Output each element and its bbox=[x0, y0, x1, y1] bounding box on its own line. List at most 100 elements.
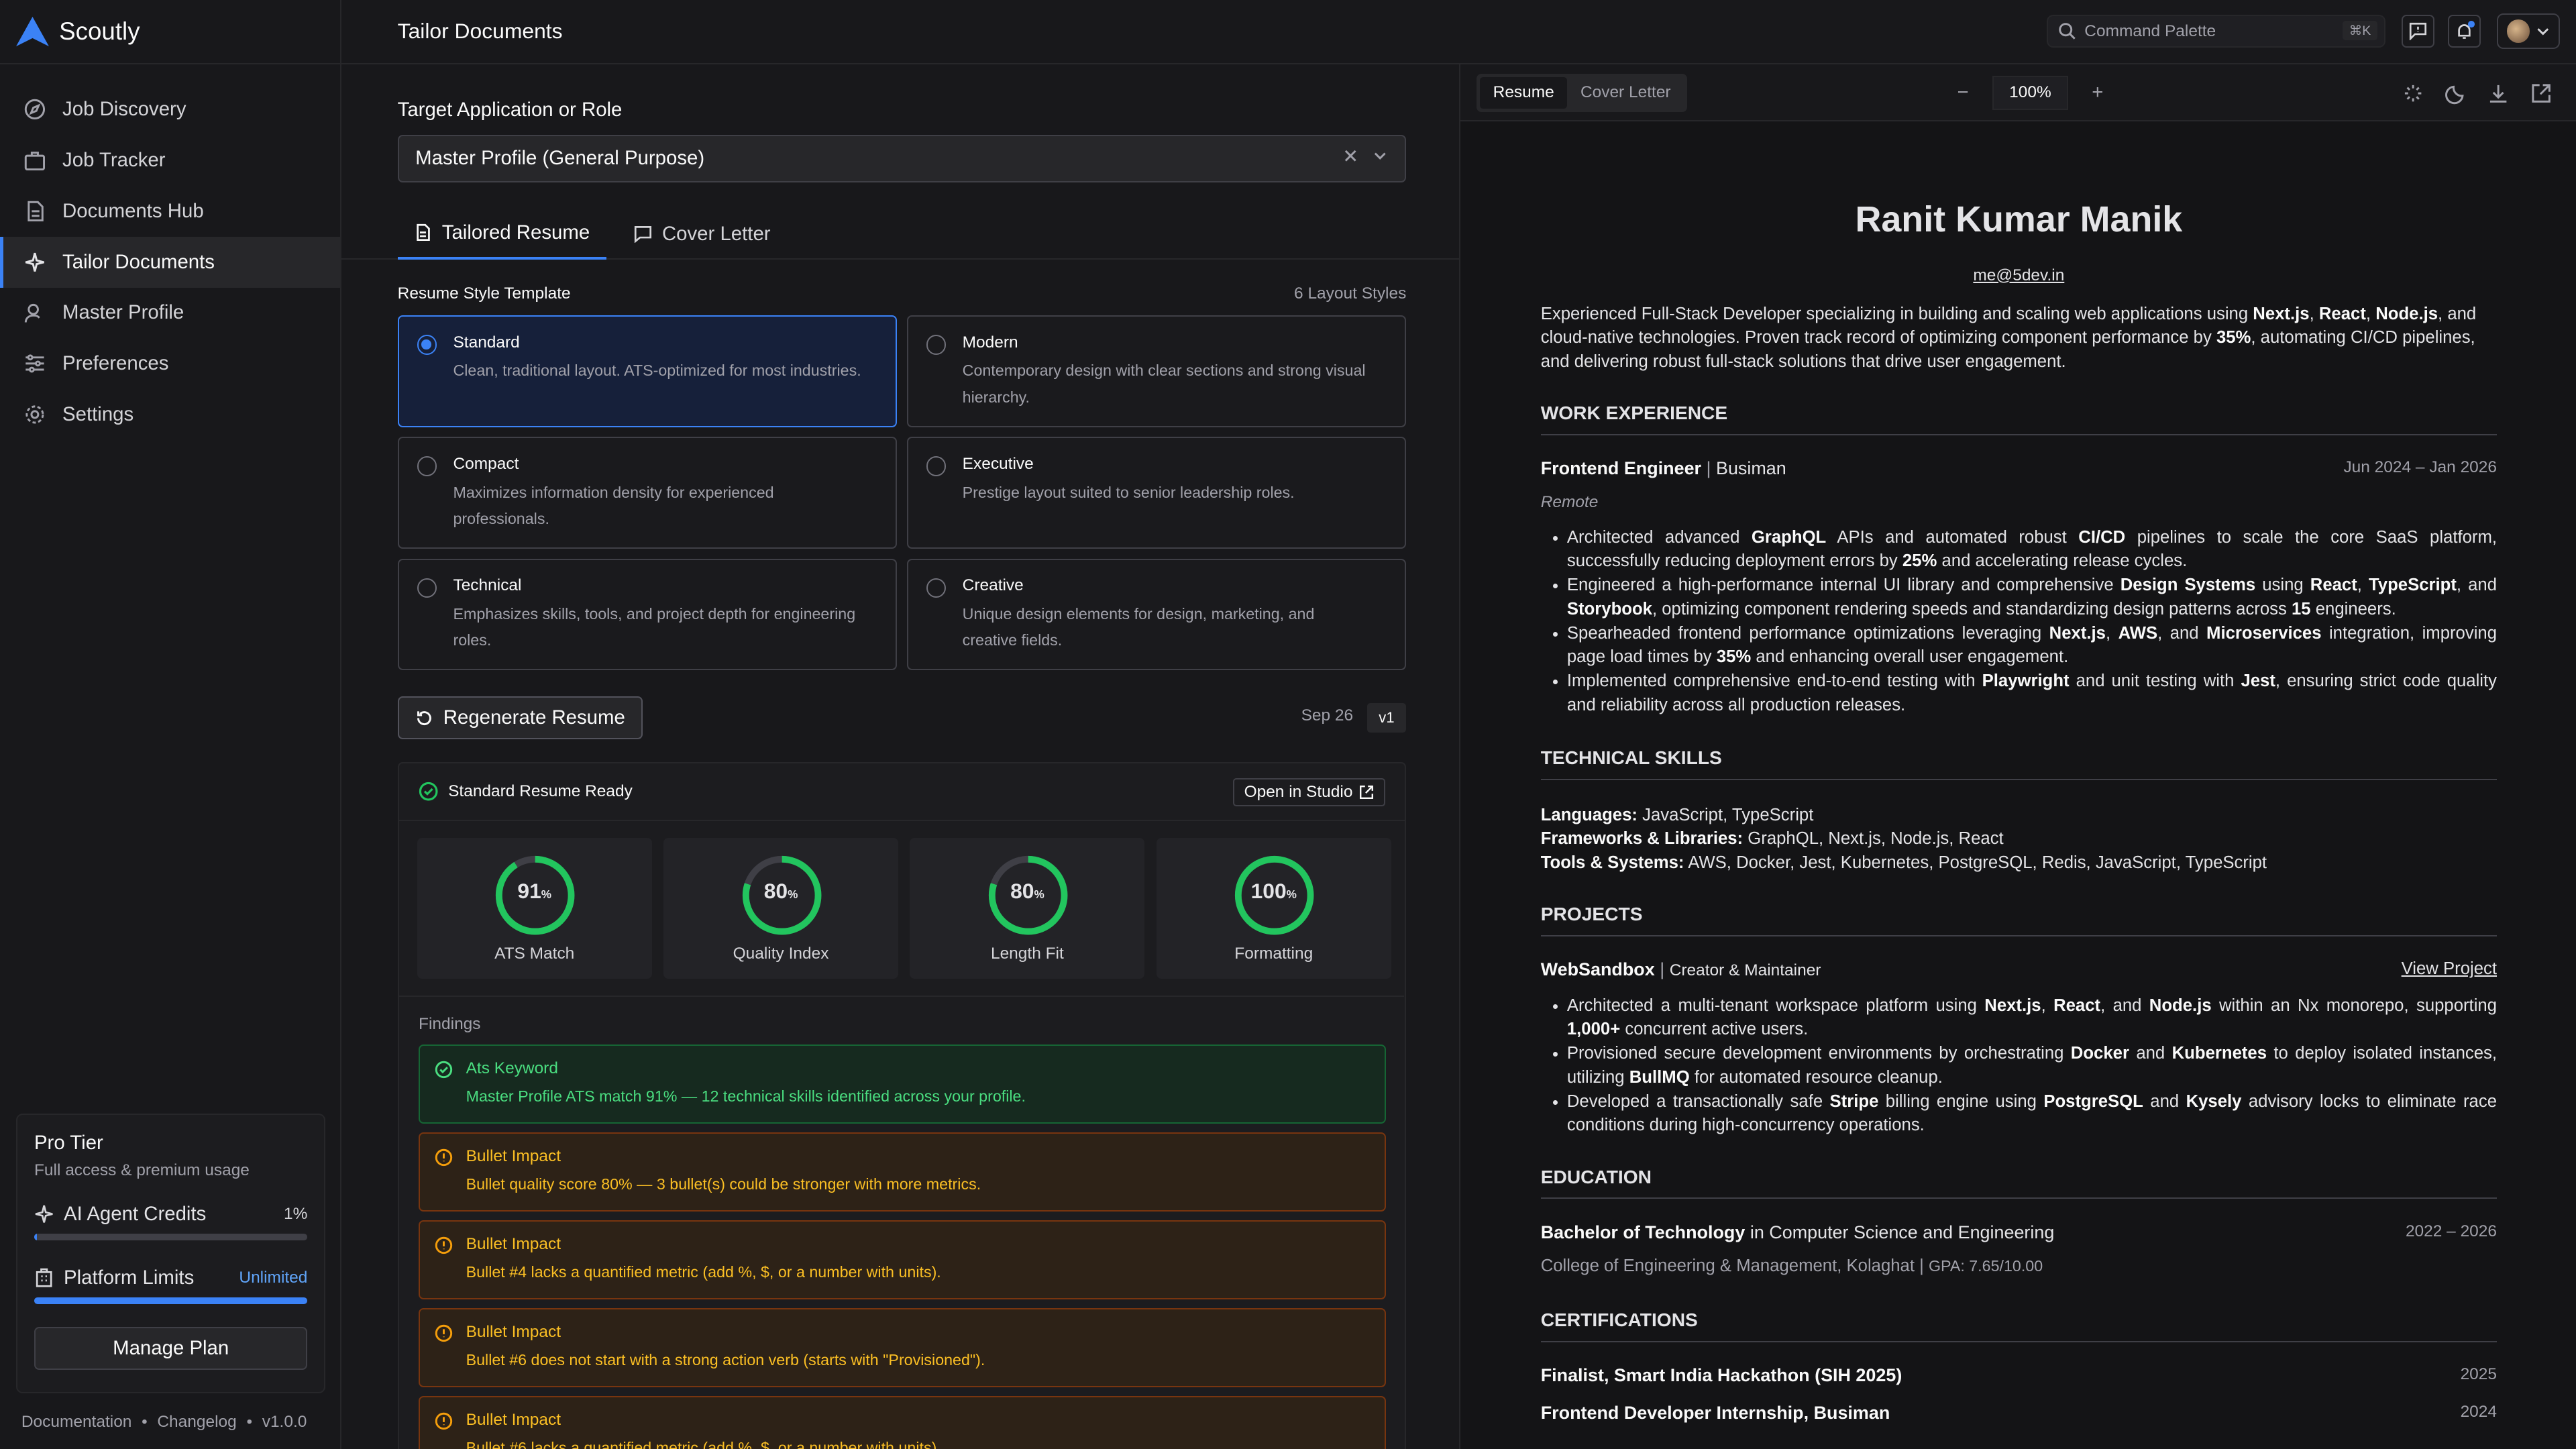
finding-title: Bullet Impact bbox=[466, 1234, 561, 1253]
user-icon bbox=[23, 301, 46, 324]
document-icon bbox=[417, 224, 430, 241]
document-icon bbox=[23, 200, 46, 223]
app-name: Scoutly bbox=[59, 17, 140, 45]
score-card: 80% Length Fit bbox=[910, 837, 1145, 979]
field: in Computer Science and Engineering bbox=[1750, 1222, 2055, 1243]
limits-progress bbox=[34, 1297, 308, 1305]
warning-circle-icon bbox=[435, 1324, 453, 1342]
sidebar-item-job-discovery[interactable]: Job Discovery bbox=[0, 84, 340, 135]
preview-tab-cover-letter[interactable]: Cover Letter bbox=[1567, 77, 1684, 109]
template-radio[interactable] bbox=[926, 335, 947, 355]
cert-row: Finalist, Smart India Hackathon (SIH 202… bbox=[1541, 1365, 2497, 1386]
score-card: 100% Formatting bbox=[1156, 837, 1391, 979]
template-radio[interactable] bbox=[417, 335, 437, 355]
finding-text: Bullet #6 lacks a quantified metric (add… bbox=[466, 1439, 941, 1449]
command-palette-button[interactable]: Command Palette ⌘K bbox=[2047, 15, 2385, 48]
changelog-link[interactable]: Changelog bbox=[157, 1413, 236, 1432]
template-radio[interactable] bbox=[417, 456, 437, 476]
zoom-in-button[interactable]: + bbox=[2081, 81, 2114, 104]
finding-text: Bullet #6 does not start with a strong a… bbox=[466, 1351, 985, 1369]
section-certifications: CERTIFICATIONS bbox=[1540, 1309, 2498, 1342]
template-card-standard[interactable]: Standard Clean, traditional layout. ATS-… bbox=[397, 315, 898, 427]
sidebar-item-tailor-documents[interactable]: Tailor Documents bbox=[0, 236, 341, 288]
target-select[interactable]: Master Profile (General Purpose) bbox=[397, 134, 1407, 182]
template-card-technical[interactable]: Technical Emphasizes skills, tools, and … bbox=[397, 558, 898, 671]
command-palette-label: Command Palette bbox=[2084, 21, 2216, 40]
plan-subtitle: Full access & premium usage bbox=[34, 1161, 250, 1179]
notifications-button[interactable] bbox=[2448, 15, 2481, 48]
score-value: 80% bbox=[1010, 878, 1044, 903]
score-value: 91% bbox=[517, 878, 552, 903]
download-icon[interactable] bbox=[2487, 82, 2510, 105]
template-title: Modern bbox=[962, 333, 1018, 352]
template-desc: Unique design elements for design, marke… bbox=[962, 604, 1315, 649]
manage-plan-button[interactable]: Manage Plan bbox=[34, 1327, 308, 1371]
bullet-item: Architected a multi-tenant workspace pla… bbox=[1567, 994, 2497, 1042]
template-radio[interactable] bbox=[926, 456, 947, 476]
target-label: Target Application or Role bbox=[397, 98, 623, 121]
preview-tab-resume[interactable]: Resume bbox=[1480, 77, 1568, 109]
ready-header: Standard Resume Ready Open in Studio bbox=[398, 763, 1405, 822]
sidebar-item-settings[interactable]: Settings bbox=[0, 389, 340, 440]
sidebar-item-label: Preferences bbox=[62, 352, 169, 375]
zoom-out-button[interactable]: − bbox=[1947, 81, 1980, 104]
clear-icon[interactable] bbox=[1342, 148, 1358, 164]
sidebar-item-preferences[interactable]: Preferences bbox=[0, 338, 340, 389]
documentation-link[interactable]: Documentation bbox=[21, 1413, 132, 1432]
finding-item[interactable]: Bullet Impact Bullet #4 lacks a quantifie… bbox=[419, 1220, 1387, 1299]
template-radio[interactable] bbox=[417, 578, 437, 598]
view-project-link[interactable]: View Project bbox=[2402, 959, 2497, 979]
finding-item[interactable]: Ats Keyword Master Profile ATS match 91% … bbox=[419, 1044, 1387, 1124]
finding-text: Master Profile ATS match 91% — 12 techni… bbox=[466, 1087, 1026, 1106]
finding-item[interactable]: Bullet Impact Bullet #6 does not start wi… bbox=[419, 1308, 1387, 1387]
preview-toolbar: Resume Cover Letter − 100% + bbox=[1460, 64, 2576, 122]
chevron-down-icon[interactable] bbox=[1372, 148, 1388, 164]
resume-email[interactable]: me@5dev.in bbox=[1541, 266, 2497, 285]
moon-icon[interactable] bbox=[2445, 82, 2467, 105]
template-radio[interactable] bbox=[926, 578, 947, 598]
skills-list: Languages: JavaScript, TypeScript Framew… bbox=[1541, 804, 2497, 875]
sidebar-item-documents-hub[interactable]: Documents Hub bbox=[0, 186, 340, 237]
open-in-studio-button[interactable]: Open in Studio bbox=[1232, 778, 1385, 806]
template-card-executive[interactable]: Executive Prestige layout suited to seni… bbox=[906, 437, 1407, 549]
project-name: WebSandbox bbox=[1540, 959, 1655, 980]
sliders-icon bbox=[23, 352, 46, 375]
regenerate-resume-button[interactable]: Regenerate Resume bbox=[397, 696, 643, 740]
skill-label: Tools & Systems: bbox=[1540, 853, 1684, 873]
template-card-creative[interactable]: Creative Unique design elements for desi… bbox=[906, 558, 1407, 671]
external-link-icon[interactable] bbox=[2530, 82, 2553, 105]
bullet-item: Implemented comprehensive end-to-end tes… bbox=[1567, 669, 2497, 718]
score-value: 100% bbox=[1250, 878, 1297, 903]
plan-title: Pro Tier bbox=[34, 1131, 103, 1154]
refresh-icon bbox=[417, 710, 431, 725]
cert-name: Finalist, Smart India Hackathon (SIH 202… bbox=[1540, 1365, 1902, 1386]
tab-cover-letter[interactable]: Cover Letter bbox=[634, 209, 771, 260]
finding-item[interactable]: Bullet Impact Bullet #6 lacks a quantifie… bbox=[419, 1396, 1387, 1449]
section-education: EDUCATION bbox=[1540, 1167, 2498, 1199]
skill-row: Languages: JavaScript, TypeScript bbox=[1541, 804, 2497, 828]
template-card-modern[interactable]: Modern Contemporary design with clear se… bbox=[906, 315, 1407, 427]
sidebar-item-label: Job Tracker bbox=[62, 148, 166, 171]
sidebar-item-job-tracker[interactable]: Job Tracker bbox=[0, 135, 340, 186]
brand[interactable]: Scoutly bbox=[0, 0, 341, 64]
feedback-button[interactable] bbox=[2402, 15, 2435, 48]
sidebar-item-master-profile[interactable]: Master Profile bbox=[0, 288, 340, 339]
preview-tabs: Resume Cover Letter bbox=[1477, 74, 1688, 112]
credits-label: AI Agent Credits bbox=[64, 1202, 207, 1225]
version-badge[interactable]: v1 bbox=[1366, 703, 1407, 733]
finding-item[interactable]: Bullet Impact Bullet quality score 80% — … bbox=[419, 1132, 1387, 1212]
template-desc: Emphasizes skills, tools, and project de… bbox=[453, 604, 856, 649]
zoom-value[interactable]: 100% bbox=[1992, 75, 2068, 111]
check-circle-icon bbox=[419, 782, 438, 801]
message-icon bbox=[2410, 22, 2427, 40]
job-location: Remote bbox=[1540, 492, 1599, 511]
sidebar-item-label: Tailor Documents bbox=[62, 250, 215, 273]
score-label: Length Fit bbox=[990, 944, 1064, 963]
score-card: 91% ATS Match bbox=[417, 837, 652, 979]
user-menu-button[interactable] bbox=[2497, 13, 2560, 50]
logo-icon bbox=[16, 16, 50, 46]
template-card-compact[interactable]: Compact Maximizes information density fo… bbox=[397, 437, 898, 549]
magic-wand-icon[interactable] bbox=[2402, 82, 2424, 105]
message-icon bbox=[635, 226, 652, 244]
tab-tailored-resume[interactable]: Tailored Resume bbox=[397, 209, 606, 260]
